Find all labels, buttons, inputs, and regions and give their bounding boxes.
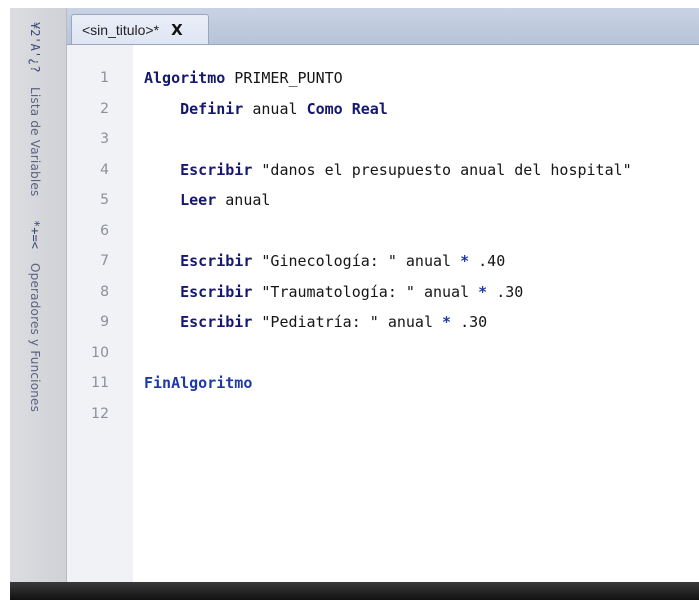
code-text: Escribir "Traumatología: " anual * .30: [144, 283, 523, 301]
code-token: "Pediatría: " anual: [252, 313, 443, 331]
code-line[interactable]: 6: [67, 216, 699, 246]
keyword: Como Real: [306, 99, 388, 118]
code-text: FinAlgoritmo: [144, 374, 252, 392]
code-text: Algoritmo PRIMER_PUNTO: [144, 69, 343, 87]
variables-symbols-icon[interactable]: ¥2'A'¿?: [28, 22, 42, 73]
code-text: Escribir "Ginecología: " anual * .40: [144, 252, 505, 270]
code-line[interactable]: 8 Escribir "Traumatología: " anual * .30: [67, 277, 699, 307]
keyword: Algoritmo: [144, 69, 226, 87]
line-number: 3: [100, 131, 109, 147]
operator: *: [478, 282, 488, 301]
keyword: Escribir: [180, 252, 253, 270]
tab-bar: <sin_titulo>* X: [67, 8, 699, 45]
side-panel: ¥2'A'¿? Lista de Variables *+=< Operador…: [10, 8, 67, 582]
code-line[interactable]: 3: [67, 124, 699, 154]
line-number: 5: [100, 192, 109, 208]
code-token: anual: [216, 191, 271, 209]
line-number: 1: [100, 70, 109, 86]
code-text: Leer anual: [144, 191, 270, 209]
code-line[interactable]: 4 Escribir "danos el presupuesto anual d…: [67, 155, 699, 185]
code-token: PRIMER_PUNTO: [225, 69, 343, 87]
code-line[interactable]: 5 Leer anual: [67, 185, 699, 215]
operator: *: [460, 252, 470, 270]
line-number: 11: [91, 375, 109, 391]
keyword: Escribir: [180, 160, 253, 179]
code-token: "Ginecología: " anual: [252, 252, 461, 270]
keyword: Escribir: [180, 282, 253, 301]
code-token: "Traumatología: " anual: [252, 282, 479, 301]
line-number: 9: [100, 314, 109, 330]
line-number: 2: [100, 100, 109, 117]
side-panel-strip: ¥2'A'¿? Lista de Variables *+=< Operador…: [28, 22, 42, 412]
keyword: Definir: [180, 99, 244, 118]
line-number: 4: [100, 161, 109, 178]
tab-title: <sin_titulo>*: [82, 21, 160, 38]
code-token: .40: [469, 252, 506, 270]
line-number: 6: [100, 222, 109, 239]
bottom-bar: [10, 582, 699, 600]
operator: *: [442, 313, 452, 331]
line-number: 10: [91, 344, 109, 361]
code-token: .30: [487, 282, 524, 301]
code-line[interactable]: 9 Escribir "Pediatría: " anual * .30: [67, 307, 699, 337]
operators-functions-tab[interactable]: Operadores y Funciones: [28, 263, 42, 412]
variables-list-tab[interactable]: Lista de Variables: [28, 87, 42, 196]
keyword: Escribir: [180, 313, 253, 331]
code-line[interactable]: 7 Escribir "Ginecología: " anual * .40: [67, 246, 699, 276]
keyword: FinAlgoritmo: [144, 374, 253, 392]
keyword: Leer: [180, 191, 217, 209]
code-text: Escribir "Pediatría: " anual * .30: [144, 313, 487, 331]
code-editor[interactable]: 1 Algoritmo PRIMER_PUNTO 2 Definir anual C…: [67, 45, 699, 582]
app-window: ¥2'A'¿? Lista de Variables *+=< Operador…: [10, 8, 699, 600]
tab-sin-titulo[interactable]: <sin_titulo>* X: [71, 14, 209, 44]
line-number: 7: [100, 253, 109, 269]
code-token: "danos el presupuesto anual del hospital…: [252, 160, 632, 179]
code-text: Definir anual Como Real: [144, 100, 388, 118]
code-text: Escribir "danos el presupuesto anual del…: [144, 161, 632, 179]
code-line[interactable]: 2 Definir anual Como Real: [67, 94, 699, 124]
code-token: anual: [243, 99, 307, 118]
line-number: 12: [91, 405, 109, 422]
code-line[interactable]: 10: [67, 338, 699, 368]
code-line[interactable]: 11 FinAlgoritmo: [67, 368, 699, 398]
code-line[interactable]: 1 Algoritmo PRIMER_PUNTO: [67, 63, 699, 93]
operators-symbols-icon[interactable]: *+=<: [28, 220, 42, 249]
code-token: .30: [451, 313, 488, 331]
close-icon[interactable]: X: [171, 21, 183, 39]
line-number: 8: [100, 283, 109, 300]
code-line[interactable]: 12: [67, 399, 699, 429]
